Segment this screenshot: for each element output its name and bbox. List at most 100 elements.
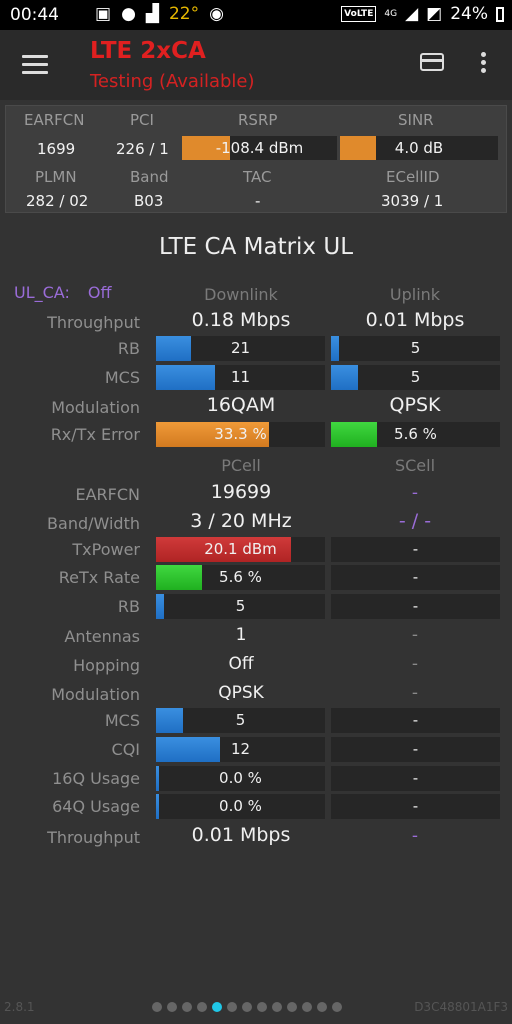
scell-hopping: -: [411, 654, 419, 674]
ul-rb-value: 5: [410, 339, 421, 357]
rxtx-error-label: Rx/Tx Error: [50, 425, 140, 444]
band-width-label: Band/Width: [47, 514, 140, 533]
page-dot[interactable]: [152, 1002, 162, 1012]
hopping-label: Hopping: [73, 656, 140, 675]
scell-txpower-bar: -: [331, 537, 500, 562]
page-dot[interactable]: [182, 1002, 192, 1012]
band-value: B03: [134, 192, 164, 210]
ul-modulation: QPSK: [389, 394, 441, 416]
dl-mcs-bar: 11: [156, 365, 325, 390]
txpower-label: TxPower: [72, 540, 140, 559]
dl-rb-bar: 21: [156, 336, 325, 361]
band-width-row: Band/Width 3 / 20 MHz - / -: [0, 510, 512, 538]
status-bar: 00:44 ▣ ● ▟ 22° ◉ VoLTE 4G ◢ ◩ 24%: [0, 0, 512, 30]
pcell-retx-value: 5.6 %: [219, 568, 262, 586]
scell-64q-value: -: [412, 797, 419, 815]
page-dot[interactable]: [332, 1002, 342, 1012]
page-dot[interactable]: [227, 1002, 237, 1012]
pcell-mcs-bar: 5: [156, 708, 325, 733]
rsrp-bar: -108.4 dBm: [182, 136, 337, 160]
usage-64q-row: 64Q Usage 0.0 % -: [0, 793, 512, 821]
dl-mcs-value: 11: [230, 368, 251, 386]
cell-rb-label: RB: [117, 597, 140, 616]
cqi-label: CQI: [111, 740, 140, 759]
app-bar: LTE 2xCA Testing (Available): [0, 30, 512, 100]
volte-badge: VoLTE: [341, 6, 377, 22]
pcell-16q-bar: 0.0 %: [156, 766, 325, 791]
pcell-antennas: 1: [235, 625, 247, 645]
ecellid-value: 3039 / 1: [381, 192, 444, 210]
usage-64q-label: 64Q Usage: [52, 797, 140, 816]
cell-earfcn-label: EARFCN: [75, 485, 140, 504]
pcell-64q-bar: 0.0 %: [156, 794, 325, 819]
battery-level: 24%: [450, 4, 488, 24]
sinr-label: SINR: [398, 111, 434, 129]
page-dot[interactable]: [317, 1002, 327, 1012]
usage-16q-label: 16Q Usage: [52, 769, 140, 788]
more-options-icon[interactable]: [481, 52, 487, 76]
ul-error-bar: 5.6 %: [331, 422, 500, 447]
rb-label: RB: [117, 339, 140, 358]
rsrp-value: -108.4 dBm: [215, 139, 304, 157]
page-dot[interactable]: [287, 1002, 297, 1012]
scell-16q-bar: -: [331, 766, 500, 791]
app-title: LTE 2xCA: [90, 38, 206, 64]
page-dot[interactable]: [257, 1002, 267, 1012]
pcell-cqi-bar: 12: [156, 737, 325, 762]
tac-value: -: [255, 192, 261, 210]
plmn-label: PLMN: [35, 168, 77, 186]
scell-throughput: -: [411, 826, 419, 846]
cell-mcs-label: MCS: [104, 711, 140, 730]
modulation-row: Modulation 16QAM QPSK: [0, 394, 512, 422]
cell-mcs-row: MCS 5 -: [0, 707, 512, 735]
signal-icon: ▟: [145, 4, 159, 24]
pcell-earfcn: 19699: [210, 481, 272, 503]
page-indicator[interactable]: [152, 1002, 342, 1012]
ul-rb-bar: 5: [331, 336, 500, 361]
pcell-header: PCell: [221, 456, 261, 475]
scell-cqi-bar: -: [331, 737, 500, 762]
dl-rb-value: 21: [230, 339, 251, 357]
dl-modulation: 16QAM: [206, 394, 276, 416]
menu-icon[interactable]: [22, 55, 48, 75]
pcell-mcs-value: 5: [235, 711, 246, 729]
usage-16q-row: 16Q Usage 0.0 % -: [0, 765, 512, 793]
rsrp-label: RSRP: [238, 111, 278, 129]
page-dot[interactable]: [272, 1002, 282, 1012]
pcell-16q-value: 0.0 %: [219, 769, 262, 787]
page-dot[interactable]: [167, 1002, 177, 1012]
downlink-header: Downlink: [204, 285, 278, 304]
scell-retx-bar: -: [331, 565, 500, 590]
no-signal-icon: ◩: [426, 4, 443, 24]
page-dot[interactable]: [242, 1002, 252, 1012]
pci-label: PCI: [130, 111, 154, 129]
serving-cell-info: EARFCN PCI RSRP SINR 1699 226 / 1 -108.4…: [5, 105, 507, 213]
earfcn-value: 1699: [37, 140, 76, 158]
network-type: 4G: [384, 9, 398, 19]
dl-ul-header: Downlink Uplink: [0, 282, 512, 310]
scell-earfcn: -: [411, 483, 419, 503]
cell-throughput-row: Throughput 0.01 Mbps -: [0, 824, 512, 852]
antennas-label: Antennas: [64, 627, 140, 646]
dl-error-bar: 33.3 %: [156, 422, 325, 447]
temperature: 22°: [168, 4, 200, 24]
hopping-row: Hopping Off -: [0, 652, 512, 680]
retx-rate-row: ReTx Rate 5.6 % -: [0, 564, 512, 592]
page-dot[interactable]: [197, 1002, 207, 1012]
ul-mcs-bar: 5: [331, 365, 500, 390]
pcell-scell-header: PCell SCell: [0, 453, 512, 481]
pcell-rb-value: 5: [235, 597, 246, 615]
dl-error-value: 33.3 %: [214, 425, 267, 443]
card-icon[interactable]: [420, 53, 444, 71]
page-dot[interactable]: [302, 1002, 312, 1012]
sinr-bar: 4.0 dB: [340, 136, 498, 160]
mcs-row: MCS 11 5: [0, 364, 512, 392]
page-dot[interactable]: [212, 1002, 222, 1012]
scell-header: SCell: [394, 456, 436, 475]
app-subtitle: Testing (Available): [90, 71, 255, 92]
pci-value: 226 / 1: [116, 140, 169, 158]
scell-retx-value: -: [412, 568, 419, 586]
sinr-value: 4.0 dB: [394, 139, 444, 157]
pcell-band-width: 3 / 20 MHz: [190, 510, 292, 532]
pcell-64q-value: 0.0 %: [219, 797, 262, 815]
